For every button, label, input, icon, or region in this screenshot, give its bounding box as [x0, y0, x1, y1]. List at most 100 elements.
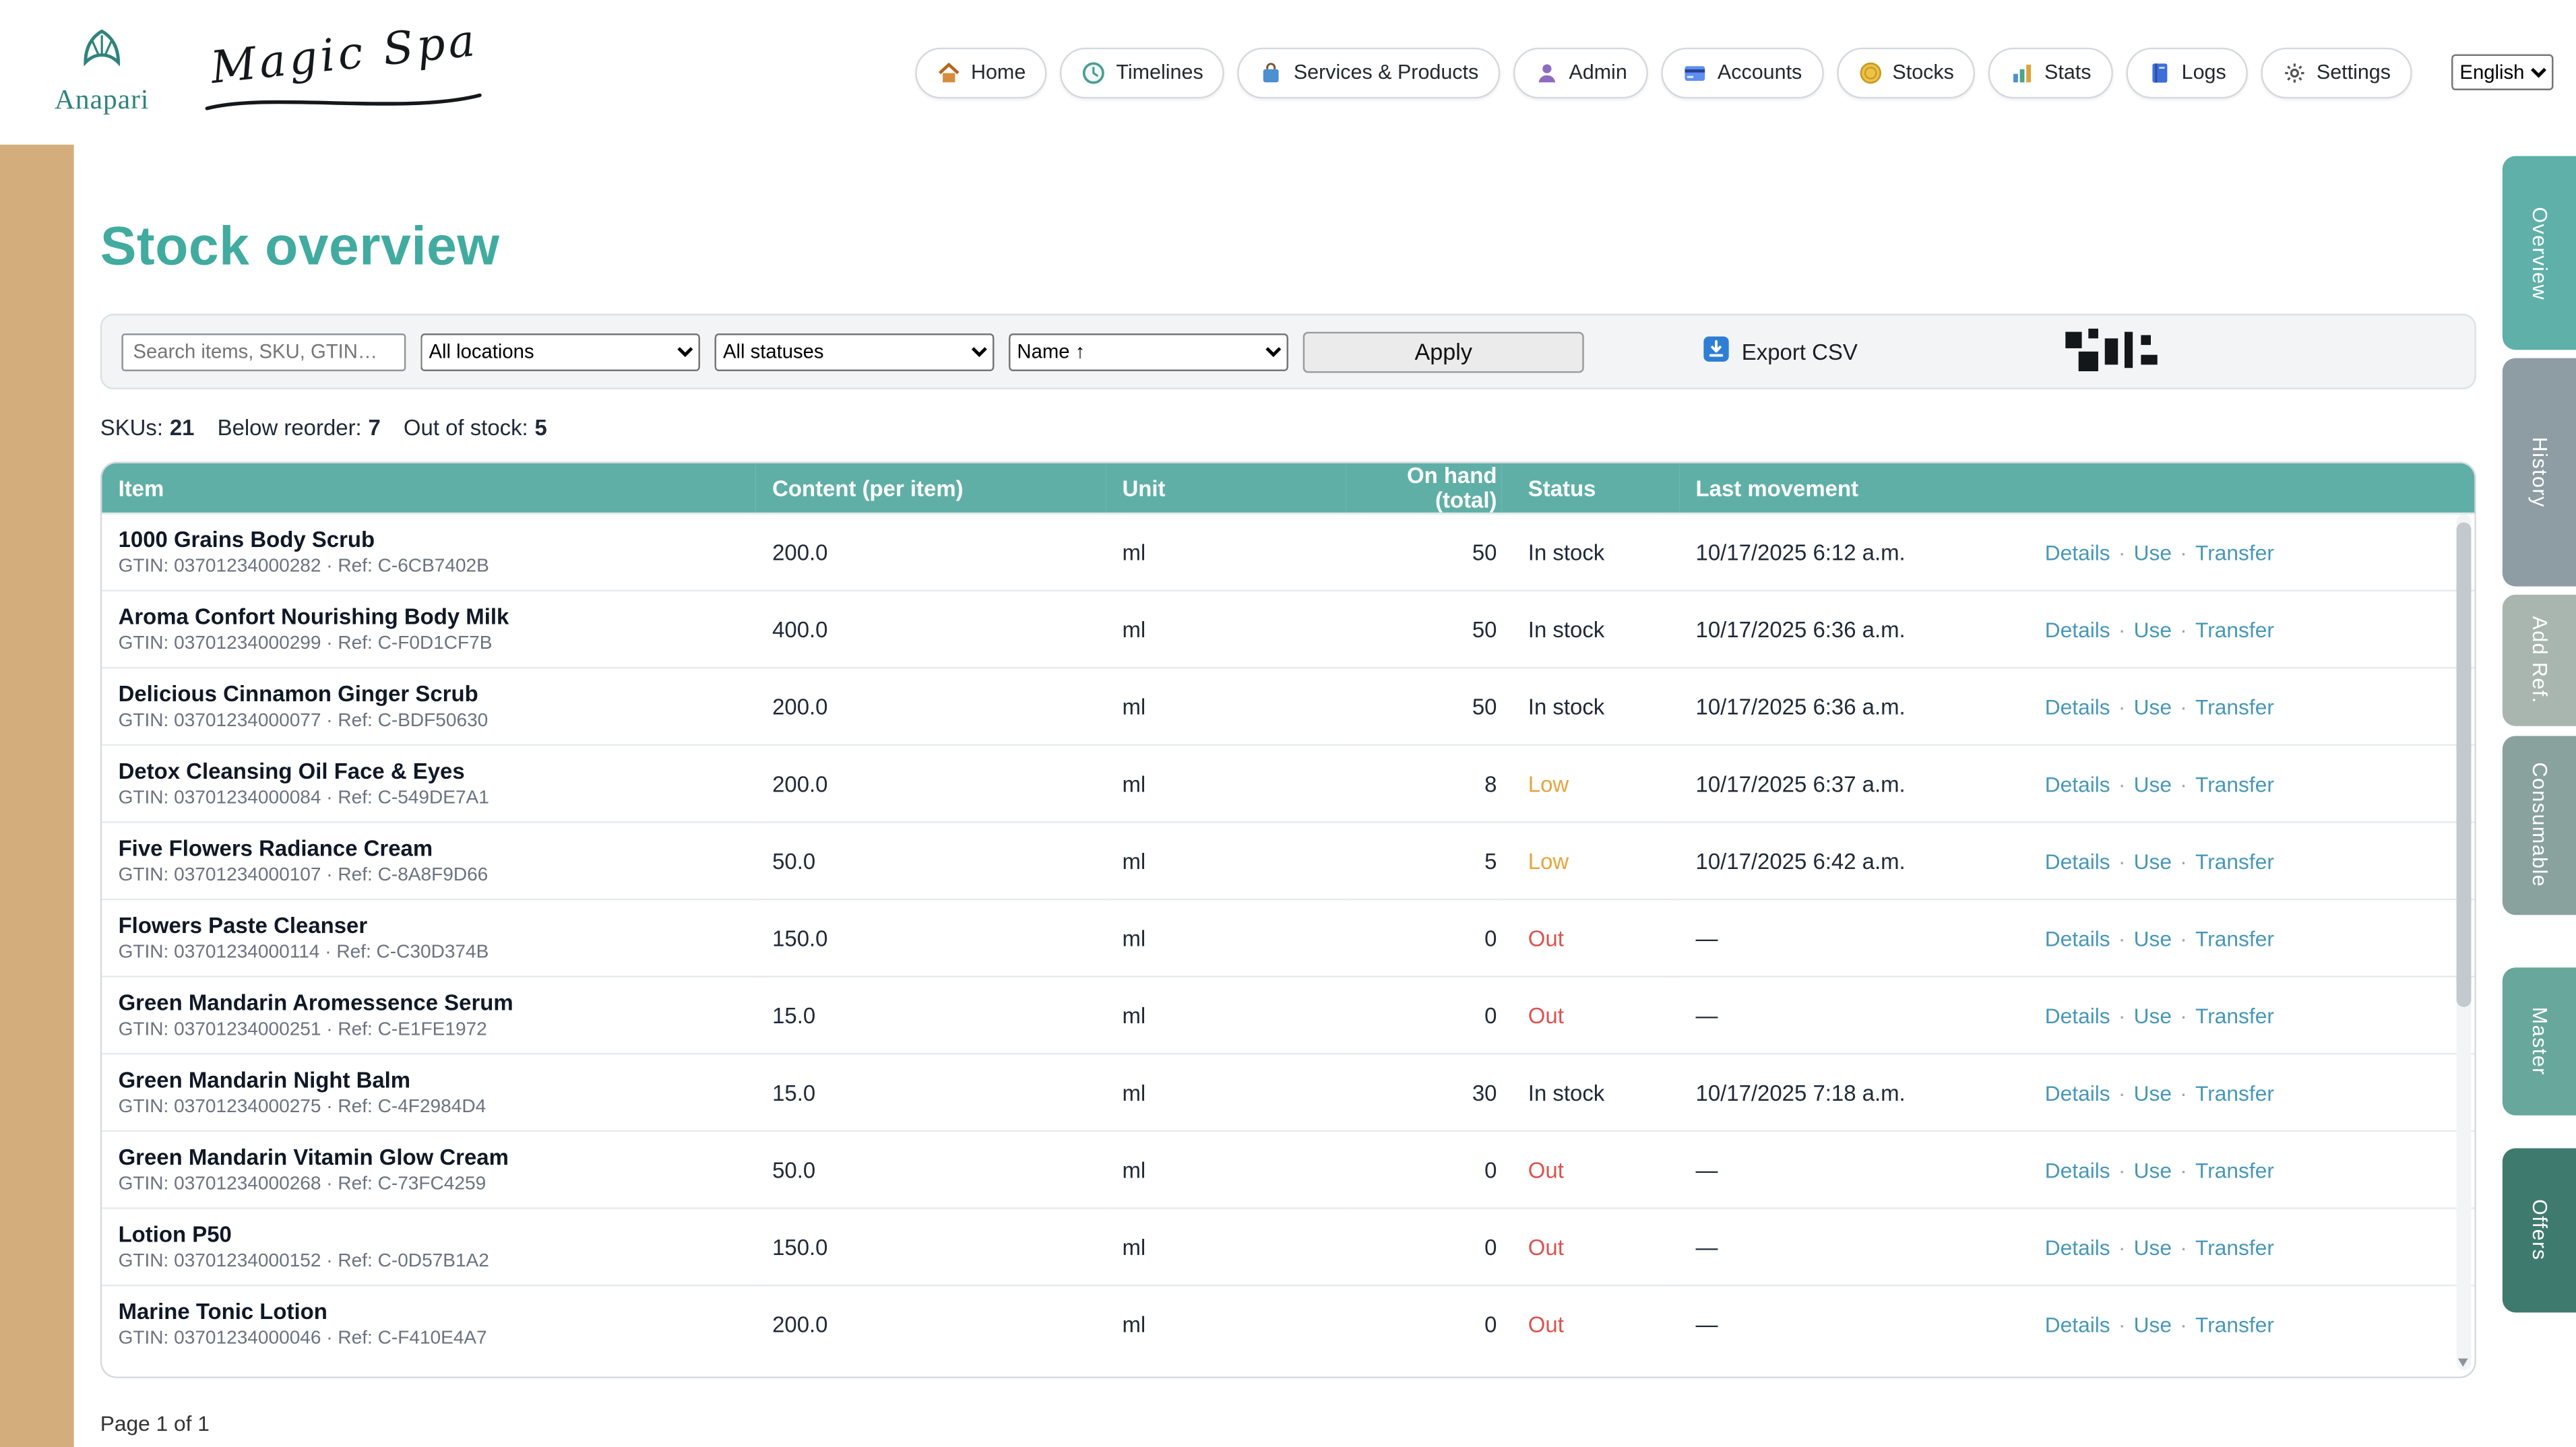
use-link[interactable]: Use: [2134, 694, 2172, 719]
side-tab-history[interactable]: History: [2503, 358, 2576, 587]
apply-button[interactable]: Apply: [1303, 331, 1584, 372]
status-badge: Low: [1528, 771, 1569, 796]
clock-icon: [1081, 60, 1106, 85]
person-icon: [1534, 60, 1559, 85]
details-link[interactable]: Details: [2045, 617, 2110, 642]
details-link[interactable]: Details: [2045, 694, 2110, 719]
gear-icon: [2282, 60, 2307, 85]
use-link[interactable]: Use: [2134, 771, 2172, 796]
brand: Anapari: [40, 29, 164, 116]
use-link[interactable]: Use: [2134, 1080, 2172, 1105]
location-select[interactable]: All locations: [420, 333, 700, 371]
nav-item-logs[interactable]: Logs: [2126, 46, 2248, 98]
transfer-link[interactable]: Transfer: [2195, 694, 2274, 719]
item-onhand: 0: [1346, 1285, 1502, 1363]
nav-item-stats[interactable]: Stats: [1988, 46, 2112, 98]
action-separator: ·: [2180, 771, 2187, 796]
details-link[interactable]: Details: [2045, 540, 2110, 565]
transfer-link[interactable]: Transfer: [2195, 1080, 2274, 1105]
nav-item-home[interactable]: Home: [915, 46, 1047, 98]
details-link[interactable]: Details: [2045, 771, 2110, 796]
item-name: Green Mandarin Aromessence Serum: [119, 990, 756, 1015]
details-link[interactable]: Details: [2045, 848, 2110, 873]
item-last-movement: —: [1679, 899, 2044, 977]
status-badge: In stock: [1528, 694, 1604, 719]
nav-item-admin[interactable]: Admin: [1513, 46, 1648, 98]
item-content: 150.0: [756, 899, 1106, 977]
action-separator: ·: [2118, 771, 2126, 796]
details-link[interactable]: Details: [2045, 926, 2110, 951]
header-actions: [2044, 463, 2474, 513]
details-link[interactable]: Details: [2045, 1003, 2110, 1028]
table-row: Detox Cleansing Oil Face & Eyes GTIN: 03…: [102, 745, 2474, 823]
nav-item-settings[interactable]: Settings: [2261, 46, 2412, 98]
use-link[interactable]: Use: [2134, 926, 2172, 951]
nav-item-accounts[interactable]: Accounts: [1662, 46, 1823, 98]
table-row: Green Mandarin Night Balm GTIN: 03701234…: [102, 1054, 2474, 1131]
item-last-movement: 10/17/2025 6:36 a.m.: [1679, 591, 2044, 668]
status-badge: In stock: [1528, 540, 1604, 565]
use-link[interactable]: Use: [2134, 1312, 2172, 1337]
transfer-link[interactable]: Transfer: [2195, 1003, 2274, 1028]
use-link[interactable]: Use: [2134, 848, 2172, 873]
table-scrollbar-track[interactable]: [2457, 514, 2472, 1370]
details-link[interactable]: Details: [2045, 1157, 2110, 1182]
nav-label: Services & Products: [1294, 61, 1478, 84]
item-meta: GTIN: 03701234000114 · Ref: C-C30D374B: [119, 943, 756, 963]
bar-chart-icon: [2010, 60, 2035, 85]
item-unit: ml: [1106, 1209, 1346, 1286]
status-select[interactable]: All statuses: [715, 333, 995, 371]
use-link[interactable]: Use: [2134, 1157, 2172, 1182]
table-scrollbar-thumb[interactable]: [2457, 522, 2472, 1006]
pagination-label: Page 1 of 1: [100, 1411, 2476, 1436]
main-nav: Home Timelines Services & Products Admin…: [915, 46, 2553, 98]
action-separator: ·: [2180, 1003, 2187, 1028]
nav-item-timelines[interactable]: Timelines: [1060, 46, 1224, 98]
details-link[interactable]: Details: [2045, 1312, 2110, 1337]
item-content: 15.0: [756, 977, 1106, 1054]
transfer-link[interactable]: Transfer: [2195, 771, 2274, 796]
details-link[interactable]: Details: [2045, 1080, 2110, 1105]
sort-select[interactable]: Name ↑: [1009, 333, 1288, 371]
transfer-link[interactable]: Transfer: [2195, 1235, 2274, 1260]
use-link[interactable]: Use: [2134, 1003, 2172, 1028]
status-badge: Out: [1528, 1157, 1564, 1182]
header-status: Status: [1502, 463, 1679, 513]
use-link[interactable]: Use: [2134, 1235, 2172, 1260]
nav-item-stocks[interactable]: Stocks: [1837, 46, 1976, 98]
side-tab-offers[interactable]: Offers: [2503, 1149, 2576, 1313]
transfer-link[interactable]: Transfer: [2195, 1312, 2274, 1337]
side-tab-overview[interactable]: Overview: [2503, 156, 2576, 350]
shell-logo-icon: [77, 29, 127, 80]
table-header-row: Item Content (per item) Unit On hand (to…: [102, 463, 2474, 513]
item-meta: GTIN: 03701234000077 · Ref: C-BDF50630: [119, 711, 756, 731]
tagline: Magic Spa: [207, 16, 495, 128]
app-window: Anapari Magic Spa Home Timelines Service…: [0, 0, 2576, 1447]
transfer-link[interactable]: Transfer: [2195, 926, 2274, 951]
nav-item-services-products[interactable]: Services & Products: [1238, 46, 1500, 98]
transfer-link[interactable]: Transfer: [2195, 617, 2274, 642]
language-select[interactable]: English: [2451, 54, 2553, 90]
side-tab-add-ref[interactable]: Add Ref.: [2503, 595, 2576, 726]
item-content: 200.0: [756, 513, 1106, 591]
export-csv-button[interactable]: Export CSV: [1702, 335, 1858, 368]
side-tab-consumable[interactable]: Consumable: [2503, 736, 2576, 915]
use-link[interactable]: Use: [2134, 617, 2172, 642]
scrollbar-down-arrow-icon[interactable]: [2458, 1359, 2468, 1367]
item-name: Flowers Paste Cleanser: [119, 913, 756, 938]
action-separator: ·: [2180, 1235, 2187, 1260]
item-unit: ml: [1106, 1131, 1346, 1209]
transfer-link[interactable]: Transfer: [2195, 540, 2274, 565]
transfer-link[interactable]: Transfer: [2195, 848, 2274, 873]
item-name: Aroma Confort Nourishing Body Milk: [119, 604, 756, 629]
search-input[interactable]: [121, 333, 406, 371]
use-link[interactable]: Use: [2134, 540, 2172, 565]
item-last-movement: —: [1679, 1131, 2044, 1209]
table-row: Green Mandarin Vitamin Glow Cream GTIN: …: [102, 1131, 2474, 1209]
item-content: 15.0: [756, 1054, 1106, 1131]
tagline-text: Magic Spa: [208, 15, 480, 94]
side-tab-master[interactable]: Master: [2503, 967, 2576, 1115]
details-link[interactable]: Details: [2045, 1235, 2110, 1260]
table-row: Flowers Paste Cleanser GTIN: 03701234000…: [102, 899, 2474, 977]
transfer-link[interactable]: Transfer: [2195, 1157, 2274, 1182]
